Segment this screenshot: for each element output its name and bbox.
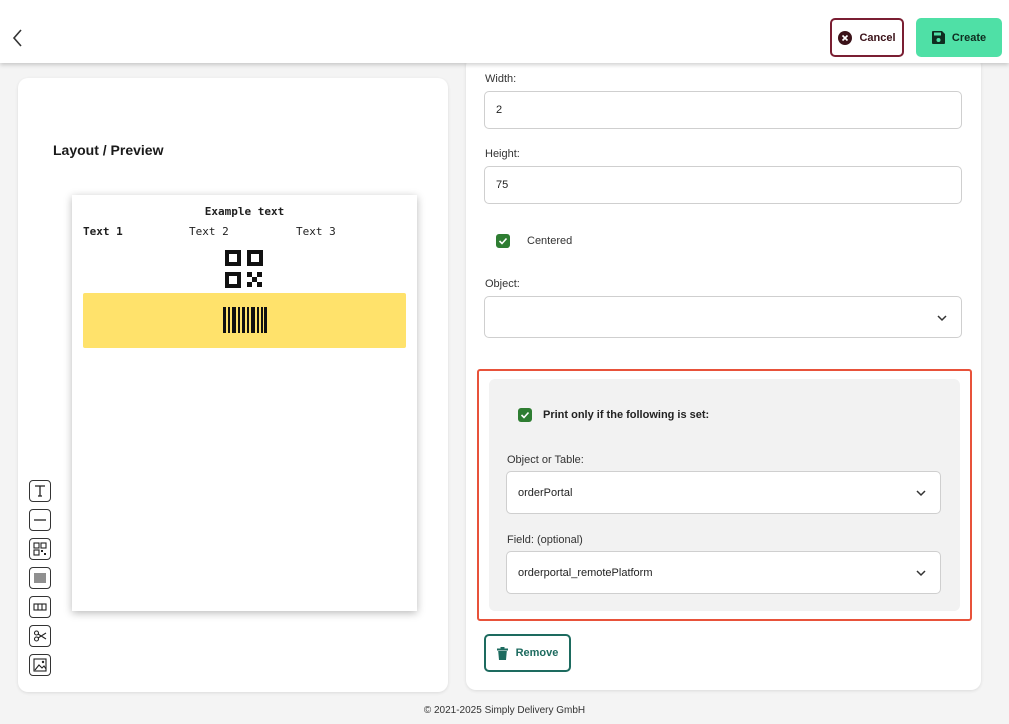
add-table-button[interactable] <box>29 596 51 618</box>
text-3: Text 3 <box>296 225 336 238</box>
print-condition-panel: Print only if the following is set: Obje… <box>489 379 960 611</box>
barcode-icon <box>223 307 267 333</box>
chevron-down-icon <box>937 315 947 322</box>
footer-copyright: © 2021-2025 Simply Delivery GmbH <box>423 705 586 716</box>
text-1: Text 1 <box>83 225 123 238</box>
add-qr-button[interactable] <box>29 538 51 560</box>
top-bar: Cancel Create <box>0 0 1009 63</box>
create-label: Create <box>951 31 987 44</box>
height-input[interactable]: 75 <box>484 166 962 204</box>
chevron-down-icon <box>916 490 926 497</box>
remove-button[interactable]: Remove <box>484 634 571 672</box>
object-table-select[interactable]: orderPortal <box>506 471 941 514</box>
example-text: Example text <box>204 205 285 218</box>
field-select-value: orderportal_remotePlatform <box>518 566 653 579</box>
element-settings-card: Width: 2 Height: 75 Centered Object: Pri… <box>466 56 981 690</box>
chevron-left-icon <box>12 29 22 47</box>
centered-checkbox-row[interactable]: Centered <box>496 234 572 248</box>
add-cut-button[interactable] <box>29 625 51 647</box>
print-condition-checkbox[interactable] <box>518 408 532 422</box>
object-label: Object: <box>485 278 520 290</box>
cancel-button[interactable]: Cancel <box>830 18 904 57</box>
trash-icon <box>496 646 508 660</box>
add-image-button[interactable] <box>29 654 51 676</box>
chevron-down-icon <box>916 570 926 577</box>
qr-tool-icon <box>33 542 47 556</box>
field-label: Field: (optional) <box>507 534 583 546</box>
width-label: Width: <box>485 73 517 85</box>
cancel-label: Cancel <box>859 31 896 44</box>
print-condition-checkbox-row[interactable]: Print only if the following is set: <box>518 408 709 422</box>
table-tool-icon <box>33 603 47 611</box>
condition-highlight: Print only if the following is set: Obje… <box>477 369 972 621</box>
centered-label: Centered <box>527 235 573 247</box>
floppy-disk-icon <box>931 31 945 44</box>
barcode-tool-icon <box>34 573 46 583</box>
layout-preview-title: Layout / Preview <box>53 142 164 158</box>
label-preview[interactable]: Example text Text 1 Text 2 Text 3 <box>72 195 417 611</box>
text-tool-icon <box>35 485 45 497</box>
object-table-label: Object or Table: <box>507 454 584 466</box>
create-button[interactable]: Create <box>916 18 1002 57</box>
x-circle-icon <box>838 30 853 45</box>
layout-preview-card: Layout / Preview Example text Text 1 Tex… <box>18 78 448 692</box>
add-barcode-button[interactable] <box>29 567 51 589</box>
image-tool-icon <box>33 658 47 672</box>
back-button[interactable] <box>8 26 28 50</box>
object-select[interactable] <box>484 296 962 338</box>
add-text-button[interactable] <box>29 480 51 502</box>
print-condition-label: Print only if the following is set: <box>543 409 710 421</box>
cut-tool-icon <box>33 630 47 642</box>
checkmark-icon <box>498 237 508 245</box>
element-toolbar <box>29 480 53 683</box>
line-tool-icon <box>34 519 46 521</box>
remove-label: Remove <box>515 647 559 659</box>
object-table-value: orderPortal <box>518 486 573 499</box>
height-label: Height: <box>485 148 520 160</box>
field-select[interactable]: orderportal_remotePlatform <box>506 551 941 594</box>
qr-code-icon <box>225 250 263 288</box>
checkmark-icon <box>520 411 530 419</box>
barcode-element[interactable] <box>83 293 406 348</box>
add-line-button[interactable] <box>29 509 51 531</box>
text-2: Text 2 <box>189 225 229 238</box>
width-input[interactable]: 2 <box>484 91 962 129</box>
centered-checkbox[interactable] <box>496 234 510 248</box>
